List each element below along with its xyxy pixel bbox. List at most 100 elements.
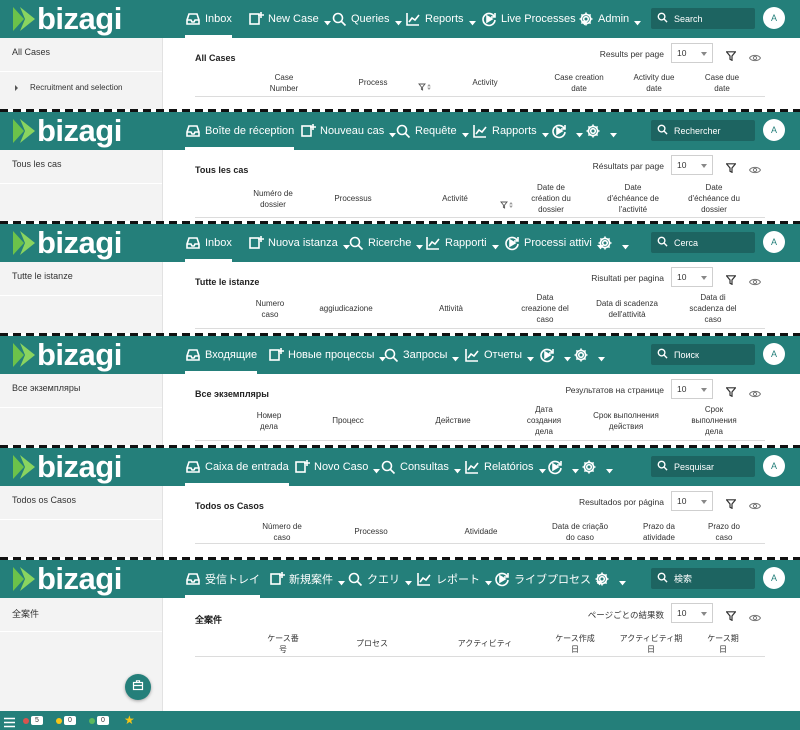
overdue-badge[interactable]: 5 [23,715,43,726]
sidebar-all-cases[interactable]: Tous les cas [12,159,62,169]
sidebar-all-cases[interactable]: Todos os Casos [12,495,76,505]
new-case-fab-button[interactable] [125,674,151,700]
results-per-page-select[interactable]: 10 [671,155,713,175]
nav-live-icon[interactable] [551,112,583,150]
nav-queries[interactable]: Queries [331,0,402,38]
nav-new-case[interactable]: New Case [248,0,331,38]
column-header[interactable]: Activité [410,193,500,204]
results-per-page-select[interactable]: 10 [671,379,713,399]
column-header[interactable]: ケース番 号 [238,633,328,655]
nav-queries[interactable]: クエリ [347,560,412,598]
nav-live-icon[interactable] [539,336,571,374]
filter-icon[interactable] [725,272,737,286]
nav-admin[interactable]: Admin [578,0,642,38]
nav-inbox[interactable]: Входящие [185,336,258,374]
column-header[interactable]: Дата создания дела [499,404,589,437]
nav-reports[interactable]: Relatórios [464,448,546,486]
column-header[interactable]: Attività [406,303,496,314]
column-header[interactable]: Número de caso [237,521,327,543]
nav-gear-icon[interactable] [581,448,613,486]
column-header[interactable]: Prazo do caso [679,521,769,543]
bizagi-logo[interactable]: bizagi [12,3,122,35]
nav-new-case[interactable]: Novo Caso [294,448,381,486]
menu-icon[interactable] [4,715,15,728]
nav-gear-icon[interactable] [585,112,617,150]
column-header[interactable]: Process [328,77,418,88]
column-header[interactable]: Case Number [239,72,329,94]
results-per-page-select[interactable]: 10 [671,603,713,623]
column-header[interactable]: Case due date [677,72,767,94]
eye-icon[interactable] [748,49,762,62]
avatar[interactable]: A [763,231,785,253]
nav-inbox[interactable]: Caixa de entrada [185,448,289,486]
nav-reports[interactable]: レポート [416,560,492,598]
nav-gear-icon[interactable] [594,560,626,598]
column-header[interactable]: Numéro de dossier [228,188,318,210]
column-header[interactable]: aggiudicazione [301,303,391,314]
sidebar-all-cases[interactable]: All Cases [12,47,50,57]
column-header[interactable]: Data di scadenza dell'attività [582,298,672,320]
bizagi-logo[interactable]: bizagi [12,451,122,483]
column-header[interactable]: Date d'échéance du dossier [669,182,759,215]
filter-icon[interactable] [725,48,737,62]
nav-live[interactable]: ライブプロセス [494,560,603,598]
column-header[interactable]: Date de création du dossier [506,182,596,215]
column-header[interactable]: Atividade [436,526,526,537]
column-header[interactable]: Activity [440,77,530,88]
bizagi-logo[interactable]: bizagi [12,339,122,371]
avatar[interactable]: A [763,455,785,477]
sidebar-all-cases[interactable]: Все экземпляры [12,383,80,393]
nav-inbox[interactable]: Inbox [185,224,232,262]
results-per-page-select[interactable]: 10 [671,491,713,511]
bizagi-logo[interactable]: bizagi [12,563,122,595]
filter-icon[interactable] [725,496,737,510]
at-risk-badge[interactable]: 0 [56,715,76,726]
nav-reports[interactable]: Rapporti [425,224,499,262]
column-header[interactable]: Номер дела [224,410,314,432]
sidebar-all-cases[interactable]: Tutte le istanze [12,271,73,281]
nav-live-icon[interactable] [547,448,579,486]
filter-icon[interactable] [725,160,737,174]
search-input[interactable]: 検索 [651,568,755,589]
eye-icon[interactable] [748,385,762,398]
results-per-page-select[interactable]: 10 [671,43,713,63]
nav-live[interactable]: Processi attivi [504,224,604,262]
column-header[interactable]: Срок выполнения дела [669,404,759,437]
nav-gear-icon[interactable] [573,336,605,374]
column-sort-icon[interactable] [418,78,434,91]
eye-icon[interactable] [748,161,762,174]
bizagi-logo[interactable]: bizagi [12,227,122,259]
column-header[interactable]: Processus [308,193,398,204]
results-per-page-select[interactable]: 10 [671,267,713,287]
column-header[interactable]: Processo [326,526,416,537]
nav-new-case[interactable]: Nouveau cas [300,112,397,150]
avatar[interactable]: A [763,343,785,365]
nav-reports[interactable]: Reports [405,0,476,38]
search-input[interactable]: Cerca [651,232,755,253]
filter-icon[interactable] [725,608,737,622]
column-header[interactable]: プロセス [327,638,417,649]
sidebar-item-recruitment[interactable]: Recruitment and selection [15,83,123,92]
nav-inbox[interactable]: Inbox [185,0,232,38]
eye-icon[interactable] [748,273,762,286]
nav-inbox[interactable]: Boîte de réception [185,112,295,150]
nav-reports[interactable]: Отчеты [464,336,535,374]
on-time-badge[interactable]: 0 [89,715,109,726]
nav-new-case[interactable]: Nuova istanza [248,224,350,262]
bizagi-logo[interactable]: bizagi [12,115,122,147]
search-input[interactable]: Поиск [651,344,755,365]
sidebar-all-cases[interactable]: 全案件 [12,607,39,620]
column-header[interactable]: ケース期 日 [678,633,768,655]
column-header[interactable]: Действие [408,415,498,426]
star-icon[interactable]: ★ [124,713,135,727]
nav-queries[interactable]: Запросы [383,336,460,374]
nav-inbox[interactable]: 受信トレイ [185,560,260,598]
search-input[interactable]: Rechercher [651,120,755,141]
nav-new-case[interactable]: Новые процессы [268,336,387,374]
filter-icon[interactable] [725,384,737,398]
nav-queries[interactable]: Consultas [380,448,461,486]
avatar[interactable]: A [763,119,785,141]
column-header[interactable]: Data creazione del caso [500,292,590,325]
eye-icon[interactable] [748,609,762,622]
nav-queries[interactable]: Ricerche [348,224,424,262]
